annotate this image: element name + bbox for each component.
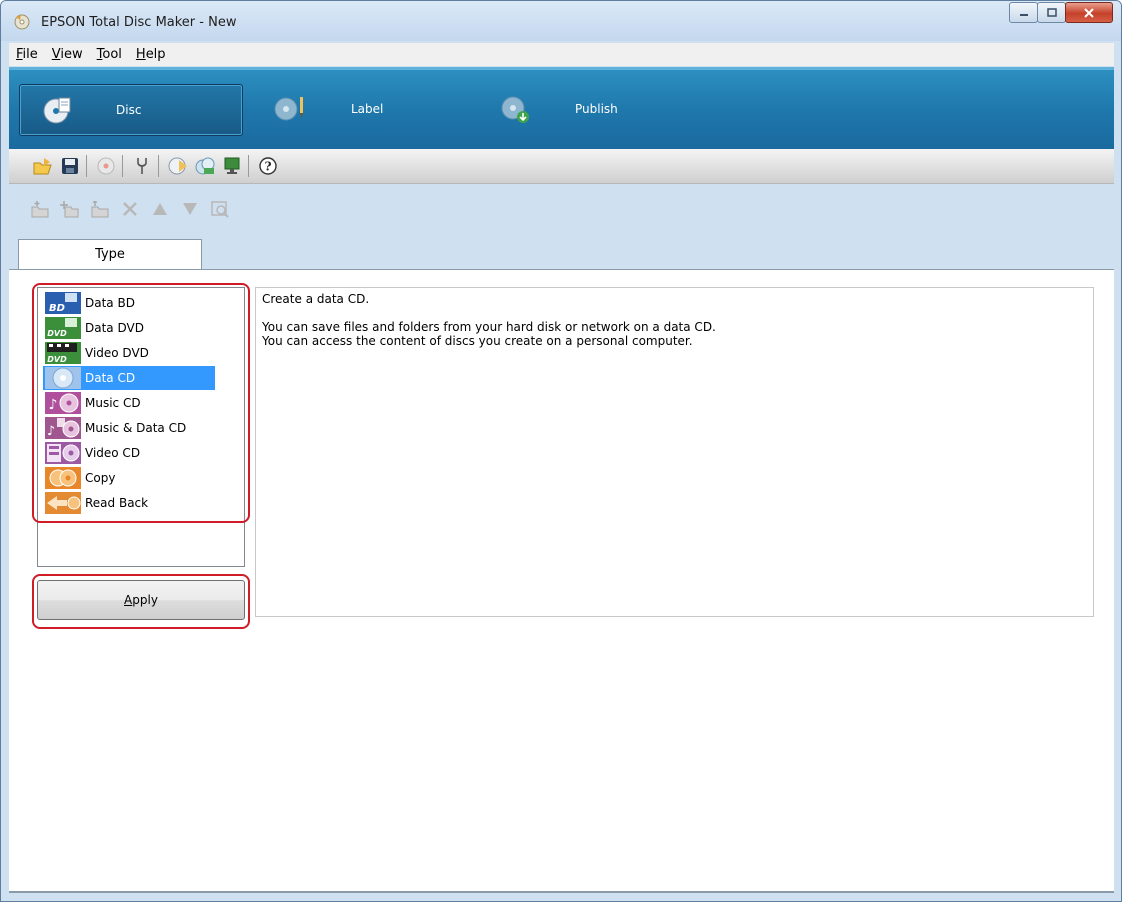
disc-burn-icon[interactable] [94, 154, 118, 178]
disc-icon [40, 92, 76, 128]
disc-copy-icon[interactable] [193, 154, 217, 178]
maximize-icon [1046, 8, 1057, 17]
toolbar-separator [86, 155, 87, 177]
description-panel: Create a data CD. You can save files and… [255, 287, 1094, 617]
highlight-box-type-list [32, 283, 250, 523]
label-icon [271, 91, 307, 127]
settings-icon[interactable] [130, 154, 154, 178]
toolbar-separator [122, 155, 123, 177]
mode-publish-label: Publish [575, 102, 618, 116]
publish-icon [497, 91, 533, 127]
save-icon[interactable] [58, 154, 82, 178]
main-toolbar: ? [9, 149, 1114, 184]
move-down-icon[interactable] [177, 197, 203, 221]
edit-toolbar [9, 185, 1114, 233]
maximize-button[interactable] [1037, 2, 1066, 23]
menu-bar: File View Tool Help [9, 43, 1114, 66]
content-border [9, 891, 1114, 893]
delete-icon[interactable] [117, 197, 143, 221]
description-line: You can save files and folders from your… [262, 320, 716, 334]
description-line: You can access the content of discs you … [262, 334, 693, 348]
highlight-box-apply [32, 574, 250, 629]
mode-label-button[interactable]: Label [271, 84, 383, 134]
move-up-icon[interactable] [147, 197, 173, 221]
title-bar: EPSON Total Disc Maker - New [1, 1, 1121, 41]
toolbar-separator [158, 155, 159, 177]
open-folder-icon[interactable] [31, 154, 55, 178]
mode-disc-button[interactable]: Disc [19, 84, 243, 136]
description-line: Create a data CD. [262, 292, 370, 306]
window-title: EPSON Total Disc Maker - New [41, 15, 237, 30]
menu-file[interactable]: File [9, 47, 45, 62]
add-folder-icon[interactable] [27, 197, 53, 221]
minimize-icon [1019, 13, 1028, 16]
mode-disc-label: Disc [116, 103, 142, 117]
toolbar-separator [248, 155, 249, 177]
menu-help[interactable]: Help [129, 47, 173, 62]
menu-view[interactable]: View [45, 47, 90, 62]
new-folder-icon[interactable] [57, 197, 83, 221]
app-icon [13, 13, 31, 31]
rename-folder-icon[interactable] [87, 197, 113, 221]
minimize-button[interactable] [1009, 2, 1038, 23]
mode-label-label: Label [351, 102, 384, 116]
close-icon [1084, 7, 1094, 18]
tab-type[interactable]: Type [18, 239, 202, 270]
svg-text:?: ? [264, 160, 271, 174]
mode-bar: Disc Label Publish [9, 67, 1114, 149]
preview-icon[interactable] [207, 197, 233, 221]
content-area-lower [9, 721, 1114, 893]
menu-tool[interactable]: Tool [90, 47, 129, 62]
monitor-icon[interactable] [220, 154, 244, 178]
window-controls [1009, 2, 1113, 23]
help-icon[interactable]: ? [256, 154, 280, 178]
mode-publish-button[interactable]: Publish [497, 84, 618, 134]
close-button[interactable] [1065, 2, 1113, 23]
disc-write-icon[interactable] [166, 154, 190, 178]
tab-strip: Type [9, 233, 1114, 270]
